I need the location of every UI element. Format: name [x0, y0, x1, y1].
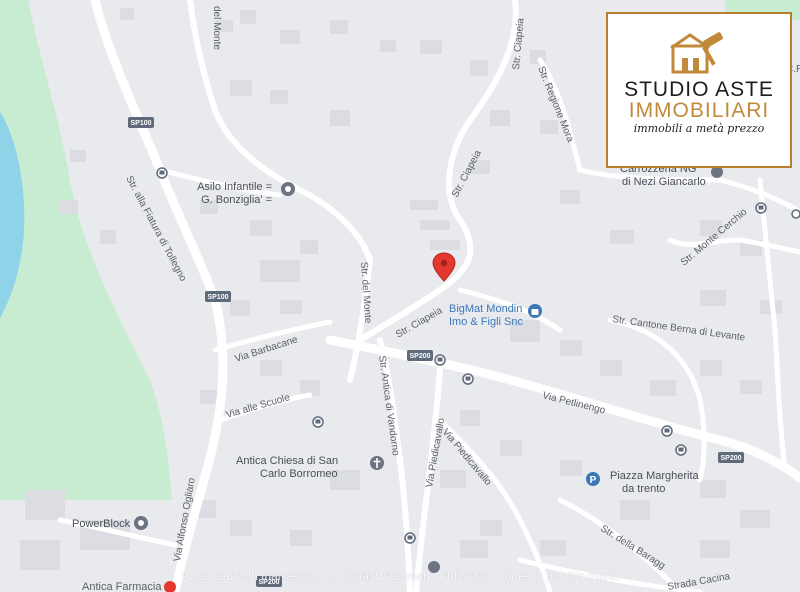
bus-stop-icon[interactable]: [434, 354, 446, 366]
poi-powerblock[interactable]: PowerBlock: [72, 516, 148, 530]
badge-sp200-b: SP200: [718, 452, 744, 463]
poi-chiesa-line1: Antica Chiesa di San: [236, 455, 338, 467]
badge-sp200-a: SP200: [407, 350, 433, 361]
bus-stop-icon[interactable]: [404, 532, 416, 544]
badge-sp200-a-text: SP200: [409, 353, 430, 360]
poi-asilo-line2: G. Bonziglia' =: [201, 194, 272, 206]
poi-asilo-line1: Asilo Infantile =: [197, 181, 272, 193]
poi-piazza-line2: da trento: [622, 483, 665, 495]
logo-tagline: immobili a metà prezzo: [633, 122, 765, 135]
road-label-del-monte-top: del Monte: [211, 6, 222, 50]
badge-sp100-b: SP100: [205, 291, 231, 302]
place-icon-center: [138, 520, 144, 526]
poi-bigmat-line1: BigMat Mondin: [449, 303, 522, 315]
logo-line1: STUDIO ASTE: [624, 78, 774, 101]
poi-chiesa-line2: Carlo Borromeo: [260, 468, 338, 480]
poi-piazza-line1: Piazza Margherita: [610, 470, 700, 482]
bus-stop-icon[interactable]: [675, 444, 687, 456]
poi-powerblock-label: PowerBlock: [72, 518, 131, 530]
bus-stop-icon[interactable]: [156, 167, 168, 179]
bus-stop-icon[interactable]: [312, 416, 324, 428]
badge-sp100-a: SP100: [128, 117, 154, 128]
watermark-text: Protected with trial version of Visual W…: [181, 569, 619, 583]
parking-icon-letter: P: [590, 475, 597, 486]
school-icon-center: [285, 186, 291, 192]
location-pin-dot: [440, 259, 448, 267]
studio-aste-logo: STUDIO ASTE IMMOBILIARI immobili a metà …: [606, 12, 792, 168]
poi-carrozzeria-line2: di Nezi Giancarlo: [622, 176, 706, 188]
badge-sp200-b-text: SP200: [720, 455, 741, 462]
bus-stop-icon[interactable]: [661, 425, 673, 437]
bus-stop-icon[interactable]: [755, 202, 767, 214]
shopping-bag-icon-body: [531, 309, 539, 315]
bus-stop-icon[interactable]: [462, 373, 474, 385]
poi-bigmat-line2: Imo & Figli Snc: [449, 316, 523, 328]
badge-sp100-b-text: SP100: [207, 294, 228, 301]
bus-stop-icon[interactable]: [791, 209, 800, 219]
badge-sp100-a-text: SP100: [130, 120, 151, 127]
gavel-house-emblem-icon: [670, 32, 723, 74]
logo-line2: IMMOBILIARI: [628, 99, 770, 122]
